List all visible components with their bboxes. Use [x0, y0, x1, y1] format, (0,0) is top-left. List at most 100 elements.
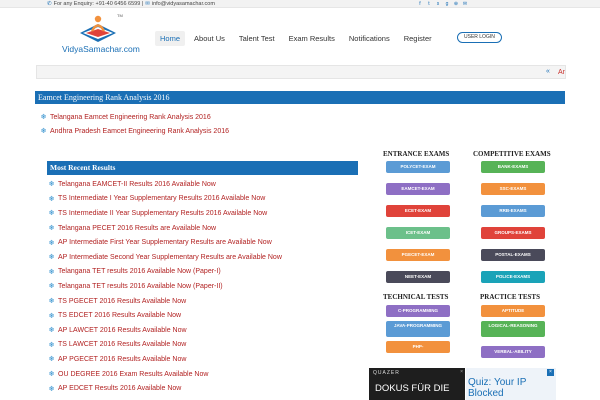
competitive-exams-heading: COMPETITIVE EXAMS	[473, 150, 551, 158]
list-item[interactable]: ❄ AP LAWCET 2016 Results Available Now	[48, 323, 282, 338]
user-login-button[interactable]: USER LOGIN	[457, 32, 502, 43]
snowflake-bullet-icon: ❄	[48, 385, 55, 393]
news-ticker: « An	[36, 65, 566, 79]
link-text[interactable]: TS Intermediate II Year Supplementary Re…	[58, 210, 267, 217]
nav-exam-results[interactable]: Exam Results	[284, 31, 340, 46]
aptitude-button[interactable]: APTITUDE	[481, 305, 545, 317]
php-button[interactable]: PHP-	[386, 341, 450, 353]
quiz-advert[interactable]: Quiz: Your IP Blocked ×	[466, 368, 556, 400]
ad-close-icon[interactable]: ×	[460, 369, 463, 375]
twitter-icon[interactable]: t	[426, 1, 432, 7]
link-text[interactable]: AP Intermediate First Year Supplementary…	[58, 239, 272, 246]
nav-register[interactable]: Register	[399, 31, 437, 46]
list-item[interactable]: ❄ Telangana TET results 2016 Available No…	[48, 265, 282, 280]
link-text[interactable]: Andhra Pradesh Eamcet Engineering Rank A…	[50, 128, 229, 135]
main-nav: Home About Us Talent Test Exam Results N…	[155, 29, 441, 47]
practice-tests-heading: PRACTICE TESTS	[480, 293, 540, 301]
link-text[interactable]: AP EDCET Results 2016 Available Now	[58, 385, 181, 392]
police-exams-button[interactable]: POLICE-EXAMS	[481, 271, 545, 283]
link-text[interactable]: TS LAWCET 2016 Results Available Now	[58, 341, 186, 348]
verbal-ability-button[interactable]: VERBAL-ABILITY	[481, 346, 545, 358]
list-item[interactable]: ❄ Telangana PECET 2016 Results are Availa…	[48, 221, 282, 236]
enquiry-text: For any Enquiry: +91-40 6456 6599 |	[53, 1, 144, 7]
link-text[interactable]: AP PGECET 2016 Results Available Now	[58, 356, 186, 363]
list-item[interactable]: ❄ AP PGECET 2016 Results Available Now	[48, 352, 282, 367]
polycet-exam-button[interactable]: POLYCET-EXAM	[386, 161, 450, 173]
list-item[interactable]: ❄ TS EDCET 2016 Results Available Now	[48, 308, 282, 323]
rrb-exams-button[interactable]: RRB-EXAMS	[481, 205, 545, 217]
pgecet-exam-button[interactable]: PGECET-EXAM	[386, 249, 450, 261]
book-figure-logo-icon	[80, 15, 116, 42]
ssc-exams-button[interactable]: SSC-EXAMS	[481, 183, 545, 195]
snowflake-bullet-icon: ❄	[48, 254, 55, 262]
snowflake-bullet-icon: ❄	[48, 283, 55, 291]
link-text[interactable]: Telangana TET results 2016 Available Now…	[58, 283, 223, 290]
link-text[interactable]: Telangana EAMCET-II Results 2016 Availab…	[58, 181, 216, 188]
link-text[interactable]: AP Intermediate Second Year Supplementar…	[58, 254, 282, 261]
trademark: TM	[117, 13, 123, 18]
skype-alt-icon[interactable]: ⊕	[453, 1, 459, 7]
email-icon[interactable]: ✉	[462, 1, 468, 7]
link-text[interactable]: TS Intermediate I Year Supplementary Res…	[58, 195, 265, 202]
list-item[interactable]: ❄ Telangana EAMCET-II Results 2016 Availa…	[48, 177, 282, 192]
bank-exams-button[interactable]: BANK-EXAMS	[481, 161, 545, 173]
snowflake-bullet-icon: ❄	[48, 225, 55, 233]
java-programming-button[interactable]: JAVA-PROGRAMMING	[386, 321, 450, 337]
eamcet-links: ❄ Telangana Eamcet Engineering Rank Analy…	[40, 110, 229, 138]
snowflake-bullet-icon: ❄	[48, 239, 55, 247]
ad-close-icon[interactable]: ×	[547, 369, 554, 376]
link-text[interactable]: OU DEGREE 2016 Exam Results Available No…	[58, 371, 208, 378]
top-contact-bar: ✆ For any Enquiry: +91-40 6456 6599 | ✉ …	[0, 0, 600, 8]
snowflake-bullet-icon: ❄	[48, 210, 55, 218]
neet-exam-button[interactable]: NEET-EXAM	[386, 271, 450, 283]
list-item[interactable]: ❄ TS LAWCET 2016 Results Available Now	[48, 338, 282, 353]
link-text[interactable]: Telangana PECET 2016 Results are Availab…	[58, 225, 216, 232]
nav-about-us[interactable]: About Us	[189, 31, 230, 46]
groups-exams-button[interactable]: GROUPS-EXAMS	[481, 227, 545, 239]
nav-talent-test[interactable]: Talent Test	[234, 31, 280, 46]
list-item[interactable]: ❄ AP Intermediate First Year Supplementar…	[48, 235, 282, 250]
link-text[interactable]: TS PGECET 2016 Results Available Now	[58, 298, 186, 305]
ticker-text[interactable]: An	[558, 69, 565, 76]
list-item[interactable]: ❄ AP EDCET Results 2016 Available Now	[48, 381, 282, 396]
link-text[interactable]: TS EDCET 2016 Results Available Now	[58, 312, 181, 319]
list-item[interactable]: ❄ TS Intermediate II Year Supplementary R…	[48, 206, 282, 221]
eamcet-heading: Eamcet Engineering Rank Analysis 2016	[35, 91, 565, 104]
eamcet-exam-button[interactable]: EAMCET-EXAM	[386, 183, 450, 195]
snowflake-bullet-icon: ❄	[48, 327, 55, 335]
googleplus-icon[interactable]: g	[444, 1, 450, 7]
list-item[interactable]: ❄ AP Intermediate Second Year Supplementa…	[48, 250, 282, 265]
list-item[interactable]: ❄ TS PGECET 2016 Results Available Now	[48, 294, 282, 309]
list-item[interactable]: ❄ OU DEGREE 2016 Exam Results Available N…	[48, 367, 282, 382]
list-item[interactable]: ❄ TS Intermediate I Year Supplementary Re…	[48, 192, 282, 207]
email-link[interactable]: info@vidyasamachar.com	[152, 0, 215, 8]
snowflake-bullet-icon: ❄	[40, 114, 47, 121]
list-item[interactable]: ❄ Telangana TET results 2016 Available No…	[48, 279, 282, 294]
snowflake-bullet-icon: ❄	[48, 298, 55, 306]
entrance-exams-heading: ENTRANCE EXAMS	[383, 150, 450, 158]
skype-icon[interactable]: s	[435, 1, 441, 7]
postal-exams-button[interactable]: POSTAL-EXAMS	[481, 249, 545, 261]
snowflake-bullet-icon: ❄	[48, 181, 55, 189]
logical-reasoning-button[interactable]: LOGICAL-REASONING	[481, 321, 545, 337]
icet-exam-button[interactable]: ICET-EXAM	[386, 227, 450, 239]
ad-brand: QUAZER	[373, 370, 400, 376]
snowflake-bullet-icon: ❄	[48, 312, 55, 320]
advert-banner[interactable]: QUAZER × DOKUS FÜR DIE	[369, 368, 465, 400]
nav-home[interactable]: Home	[155, 30, 186, 46]
link-text[interactable]: AP LAWCET 2016 Results Available Now	[58, 327, 187, 334]
list-item[interactable]: ❄ Telangana Eamcet Engineering Rank Analy…	[40, 110, 229, 124]
ad-quiz-text: Quiz: Your IP Blocked	[468, 377, 527, 399]
recent-results-list: ❄ Telangana EAMCET-II Results 2016 Availa…	[48, 177, 282, 396]
ecet-exam-button[interactable]: ECET-EXAM	[386, 205, 450, 217]
facebook-icon[interactable]: f	[417, 1, 423, 7]
link-text[interactable]: Telangana Eamcet Engineering Rank Analys…	[50, 114, 211, 121]
list-item[interactable]: ❄ Andhra Pradesh Eamcet Engineering Rank …	[40, 124, 229, 138]
c-programming-button[interactable]: C-PROGRAMMING	[386, 305, 450, 317]
recent-results-heading: Most Recent Results	[47, 161, 358, 175]
snowflake-bullet-icon: ❄	[48, 356, 55, 364]
link-text[interactable]: Telangana TET results 2016 Available Now…	[58, 268, 221, 275]
nav-notifications[interactable]: Notifications	[344, 31, 395, 46]
phone-icon: ✆	[47, 1, 52, 7]
site-logo[interactable]: TM VidyaSamachar.com	[62, 13, 142, 57]
